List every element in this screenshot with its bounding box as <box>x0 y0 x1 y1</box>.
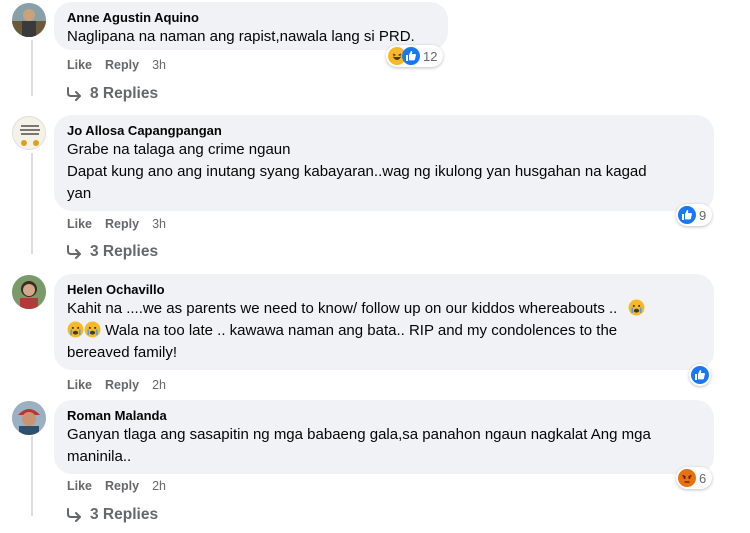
reaction-summary[interactable]: 6 <box>676 467 713 489</box>
like-button[interactable]: Like <box>67 378 92 392</box>
comment-text: Kahit na ....we as parents we need to kn… <box>67 300 618 317</box>
avatar[interactable] <box>12 275 46 309</box>
comment-text: Wala na too late .. kawawa naman ang bat… <box>105 322 618 339</box>
thread-line <box>31 40 33 96</box>
view-replies-button[interactable]: 3 Replies <box>66 506 158 524</box>
comment-bubble: Jo Allosa Capangpangan Grabe na talaga a… <box>54 115 714 211</box>
comment-text: yan <box>67 185 92 202</box>
comment-author[interactable]: Helen Ochavillo <box>67 281 701 298</box>
like-button[interactable]: Like <box>67 479 92 493</box>
comment-actions: Like Reply 3h <box>67 58 179 72</box>
like-button[interactable]: Like <box>67 217 92 231</box>
comment-actions: Like Reply 2h <box>67 479 179 493</box>
reply-arrow-icon <box>67 508 81 522</box>
comment-author[interactable]: Anne Agustin Aquino <box>67 9 435 26</box>
timestamp[interactable]: 3h <box>152 58 166 72</box>
thread-line <box>31 153 33 254</box>
thread-line <box>31 436 33 516</box>
comment-text-line: Kahit na ....we as parents we need to kn… <box>67 298 701 320</box>
comment-actions: Like Reply 3h <box>67 217 179 231</box>
comment-bubble: Anne Agustin Aquino Naglipana na naman a… <box>54 2 448 50</box>
timestamp[interactable]: 2h <box>152 378 166 392</box>
comment-bubble: Roman Malanda Ganyan tlaga ang sasapitin… <box>54 400 714 474</box>
avatar[interactable] <box>12 401 46 435</box>
reaction-summary[interactable]: 12 <box>386 45 444 67</box>
comment-text: Naglipana na naman ang rapist,nawala lan… <box>67 28 415 45</box>
comment-author[interactable]: Roman Malanda <box>67 407 701 424</box>
reaction-summary[interactable] <box>689 364 711 386</box>
reply-button[interactable]: Reply <box>105 58 139 72</box>
crying-emoji-icon <box>67 321 84 338</box>
reaction-summary[interactable]: 9 <box>676 204 713 226</box>
comment-text: Grabe na talaga ang crime ngaun <box>67 141 291 158</box>
reaction-count: 12 <box>423 48 438 64</box>
reply-button[interactable]: Reply <box>105 217 139 231</box>
like-button[interactable]: Like <box>67 58 92 72</box>
comment-actions: Like Reply 2h <box>67 378 179 392</box>
like-reaction-icon <box>402 47 420 65</box>
reply-arrow-icon <box>67 245 81 259</box>
timestamp[interactable]: 2h <box>152 479 166 493</box>
comment-text: maninila.. <box>67 448 132 465</box>
reaction-count: 6 <box>699 470 707 486</box>
comment-text: Dapat kung ano ang inutang syang kabayar… <box>67 163 647 180</box>
comment-bubble: Helen Ochavillo Kahit na ....we as paren… <box>54 274 714 370</box>
comment-text-line: Wala na too late .. kawawa naman ang bat… <box>67 320 701 342</box>
like-reaction-icon <box>678 206 696 224</box>
crying-emoji-icon <box>628 299 644 316</box>
replies-label: 3 Replies <box>90 506 159 523</box>
like-reaction-icon <box>691 366 709 384</box>
replies-label: 8 Replies <box>90 85 159 102</box>
comment-author[interactable]: Jo Allosa Capangpangan <box>67 122 701 139</box>
comment-text: Ganyan tlaga ang sasapitin ng mga babaen… <box>67 426 651 443</box>
avatar[interactable] <box>12 3 46 37</box>
avatar[interactable] <box>12 116 46 150</box>
comment-text: bereaved family! <box>67 344 178 361</box>
view-replies-button[interactable]: 8 Replies <box>66 85 158 103</box>
reply-button[interactable]: Reply <box>105 479 139 493</box>
crying-emoji-icon <box>84 321 101 338</box>
angry-reaction-icon <box>678 469 696 487</box>
timestamp[interactable]: 3h <box>152 217 166 231</box>
reply-button[interactable]: Reply <box>105 378 139 392</box>
reaction-count: 9 <box>699 207 707 223</box>
view-replies-button[interactable]: 3 Replies <box>66 243 158 261</box>
reply-arrow-icon <box>67 87 81 101</box>
replies-label: 3 Replies <box>90 243 159 260</box>
